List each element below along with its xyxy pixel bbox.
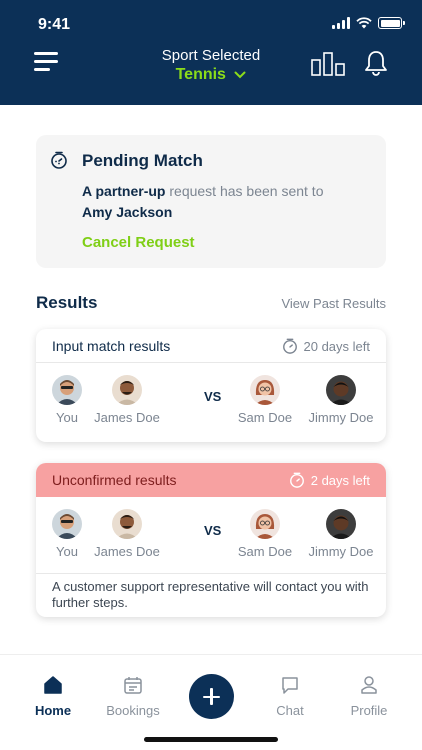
player-name: Jimmy Doe — [308, 410, 374, 425]
wifi-icon — [356, 17, 372, 29]
input-results-card[interactable]: Input match results 20 days left You Jam… — [36, 329, 386, 442]
player-jimmy: Jimmy Doe — [296, 375, 386, 425]
avatar — [112, 375, 142, 405]
nav-label: Home — [34, 703, 72, 718]
avatar — [112, 509, 142, 539]
sport-selected-label: Sport Selected — [161, 47, 261, 64]
unconfirmed-results-card[interactable]: Unconfirmed results 2 days left You Jame… — [36, 463, 386, 617]
status-icons — [332, 17, 405, 29]
timer-icon — [282, 338, 297, 354]
avatar — [52, 509, 82, 539]
bell-icon[interactable] — [364, 50, 388, 76]
player-name: James Doe — [94, 410, 160, 425]
bottom-nav: Home Bookings Chat Profile — [0, 654, 422, 750]
sport-selector[interactable]: Tennis — [0, 66, 422, 84]
nav-label: Chat — [276, 703, 304, 718]
app-header: 9:41 Sport Selected Tennis — [0, 0, 422, 105]
avatar — [250, 375, 280, 405]
player-name: Jimmy Doe — [308, 544, 374, 559]
battery-icon — [378, 17, 405, 29]
card-header: Unconfirmed results 2 days left — [36, 463, 386, 497]
nav-label: Profile — [350, 703, 388, 718]
days-left-text: 20 days left — [303, 338, 371, 354]
cancel-request-button[interactable]: Cancel Request — [82, 234, 195, 251]
nav-chat[interactable]: Chat — [255, 675, 325, 718]
card-title: Input match results — [52, 338, 171, 354]
results-heading: Results — [36, 293, 98, 312]
plus-icon[interactable] — [189, 674, 234, 719]
support-note: A customer support representative will c… — [36, 573, 386, 617]
player-james: James Doe — [82, 375, 172, 425]
nav-label: Bookings — [106, 703, 160, 718]
pending-message: A partner-up request has been sent to Am… — [82, 181, 372, 223]
days-left-text: 2 days left — [310, 472, 370, 488]
days-left: 20 days left — [282, 338, 371, 354]
calendar-icon — [124, 677, 142, 694]
days-left: 2 days left — [289, 472, 370, 488]
nav-home[interactable]: Home — [18, 675, 88, 718]
match-players: You James Doe VS Sam Doe Jimmy Doe — [36, 497, 386, 573]
avatar — [52, 375, 82, 405]
vs-label: VS — [204, 389, 222, 404]
view-past-results-link[interactable]: View Past Results — [281, 296, 386, 311]
timer-icon — [289, 472, 304, 488]
pending-match-card: Pending Match A partner-up request has b… — [36, 135, 386, 268]
pending-match-title: Pending Match — [82, 151, 203, 170]
vs-label: VS — [204, 523, 222, 538]
avatar — [326, 375, 356, 405]
player-jimmy: Jimmy Doe — [296, 509, 386, 559]
pending-clock-icon — [51, 151, 67, 169]
match-players: You James Doe VS Sam Doe Jimmy Doe — [36, 363, 386, 439]
request-message: request has been sent to — [169, 183, 324, 199]
avatar — [250, 509, 280, 539]
chat-icon — [282, 677, 298, 694]
profile-icon — [361, 676, 377, 694]
signal-icon — [332, 17, 350, 29]
request-type: A partner-up — [82, 183, 166, 199]
request-recipient: Amy Jackson — [82, 204, 173, 220]
card-header: Input match results 20 days left — [36, 329, 386, 363]
home-icon — [44, 676, 62, 694]
status-time: 9:41 — [38, 16, 71, 33]
chevron-down-icon — [234, 71, 246, 79]
nav-profile[interactable]: Profile — [334, 675, 404, 718]
avatar — [326, 509, 356, 539]
player-name: James Doe — [94, 544, 160, 559]
player-james: James Doe — [82, 509, 172, 559]
home-indicator — [144, 737, 278, 742]
sport-value: Tennis — [175, 66, 226, 83]
nav-bookings[interactable]: Bookings — [98, 675, 168, 718]
card-title: Unconfirmed results — [52, 472, 177, 488]
stats-icon[interactable] — [311, 52, 345, 76]
